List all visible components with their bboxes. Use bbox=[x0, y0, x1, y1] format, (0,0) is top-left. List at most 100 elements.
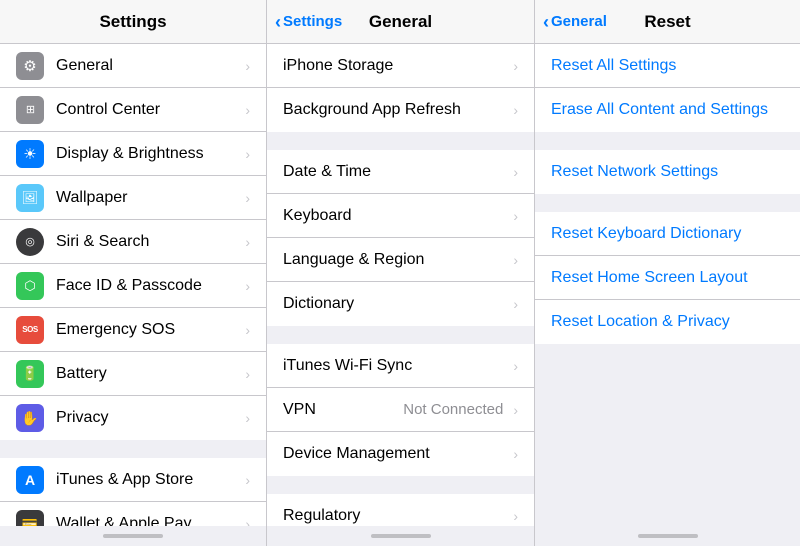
left-panel: Settings ⚙ General › ⊞ Control Center › … bbox=[0, 0, 267, 546]
back-chevron-icon: ‹ bbox=[275, 13, 281, 31]
regulatory-label: Regulatory bbox=[283, 507, 509, 525]
face-id-icon: ⬡ bbox=[16, 272, 44, 300]
chevron-icon: › bbox=[245, 472, 250, 488]
chevron-icon: › bbox=[245, 146, 250, 162]
reset-all-settings-label: Reset All Settings bbox=[551, 57, 676, 75]
mid-item-iphone-storage[interactable]: iPhone Storage › bbox=[267, 44, 534, 88]
erase-all-content-label: Erase All Content and Settings bbox=[551, 101, 768, 119]
mid-item-language-region[interactable]: Language & Region › bbox=[267, 238, 534, 282]
mid-item-itunes-wifi-sync[interactable]: iTunes Wi-Fi Sync › bbox=[267, 344, 534, 388]
wallet-label: Wallet & Apple Pay bbox=[56, 515, 241, 526]
device-management-label: Device Management bbox=[283, 445, 509, 463]
mid-item-keyboard[interactable]: Keyboard › bbox=[267, 194, 534, 238]
mid-panel-title: General bbox=[369, 12, 432, 32]
mid-section-1: iPhone Storage › Background App Refresh … bbox=[267, 44, 534, 132]
right-back-button[interactable]: ‹ General bbox=[543, 13, 607, 31]
wallpaper-label: Wallpaper bbox=[56, 189, 241, 207]
sidebar-item-itunes-app-store[interactable]: A iTunes & App Store › bbox=[0, 458, 266, 502]
mid-back-label: Settings bbox=[283, 13, 342, 30]
left-panel-header: Settings bbox=[0, 0, 266, 44]
vpn-label: VPN bbox=[283, 401, 403, 419]
mid-item-vpn[interactable]: VPN Not Connected › bbox=[267, 388, 534, 432]
wallpaper-icon: 🖼 bbox=[16, 184, 44, 212]
sidebar-item-battery[interactable]: 🔋 Battery › bbox=[0, 352, 266, 396]
reset-home-screen-layout[interactable]: Reset Home Screen Layout bbox=[535, 256, 800, 300]
itunes-wifi-sync-label: iTunes Wi-Fi Sync bbox=[283, 357, 509, 375]
right-section-1: Reset All Settings Erase All Content and… bbox=[535, 44, 800, 132]
general-icon: ⚙ bbox=[16, 52, 44, 80]
dictionary-label: Dictionary bbox=[283, 295, 509, 313]
sidebar-item-display-brightness[interactable]: ☀ Display & Brightness › bbox=[0, 132, 266, 176]
mid-section-3: iTunes Wi-Fi Sync › VPN Not Connected › … bbox=[267, 344, 534, 476]
left-panel-scroll[interactable]: ⚙ General › ⊞ Control Center › ☀ Display… bbox=[0, 44, 266, 526]
wallet-icon: 💳 bbox=[16, 510, 44, 526]
chevron-icon: › bbox=[245, 366, 250, 382]
mid-back-button[interactable]: ‹ Settings bbox=[275, 13, 342, 31]
right-panel-scroll[interactable]: Reset All Settings Erase All Content and… bbox=[535, 44, 800, 526]
mid-panel-scroll[interactable]: iPhone Storage › Background App Refresh … bbox=[267, 44, 534, 526]
sidebar-item-siri-search[interactable]: ◎ Siri & Search › bbox=[0, 220, 266, 264]
chevron-icon: › bbox=[245, 58, 250, 74]
mid-item-background-app-refresh[interactable]: Background App Refresh › bbox=[267, 88, 534, 132]
siri-icon: ◎ bbox=[16, 228, 44, 256]
reset-network-settings[interactable]: Reset Network Settings bbox=[535, 150, 800, 194]
sidebar-item-wallpaper[interactable]: 🖼 Wallpaper › bbox=[0, 176, 266, 220]
language-region-label: Language & Region bbox=[283, 251, 509, 269]
sidebar-item-privacy[interactable]: ✋ Privacy › bbox=[0, 396, 266, 440]
date-time-label: Date & Time bbox=[283, 163, 509, 181]
background-app-refresh-label: Background App Refresh bbox=[283, 101, 509, 119]
reset-home-screen-layout-label: Reset Home Screen Layout bbox=[551, 269, 748, 287]
sidebar-item-wallet[interactable]: 💳 Wallet & Apple Pay › bbox=[0, 502, 266, 526]
mid-item-regulatory[interactable]: Regulatory › bbox=[267, 494, 534, 526]
mid-item-dictionary[interactable]: Dictionary › bbox=[267, 282, 534, 326]
mid-item-device-management[interactable]: Device Management › bbox=[267, 432, 534, 476]
sidebar-item-emergency-sos[interactable]: SOS Emergency SOS › bbox=[0, 308, 266, 352]
privacy-icon: ✋ bbox=[16, 404, 44, 432]
bottom-bar-indicator bbox=[371, 534, 431, 538]
section-gap bbox=[267, 132, 534, 150]
sidebar-item-control-center[interactable]: ⊞ Control Center › bbox=[0, 88, 266, 132]
section-gap bbox=[535, 194, 800, 212]
general-label: General bbox=[56, 57, 241, 75]
reset-network-settings-label: Reset Network Settings bbox=[551, 163, 718, 181]
battery-label: Battery bbox=[56, 365, 241, 383]
bottom-gap bbox=[535, 344, 800, 362]
chevron-icon: › bbox=[245, 278, 250, 294]
face-id-label: Face ID & Passcode bbox=[56, 277, 241, 295]
left-section-2: A iTunes & App Store › 💳 Wallet & Apple … bbox=[0, 458, 266, 526]
erase-all-content[interactable]: Erase All Content and Settings bbox=[535, 88, 800, 132]
mid-item-date-time[interactable]: Date & Time › bbox=[267, 150, 534, 194]
chevron-icon: › bbox=[513, 252, 518, 268]
sidebar-item-general[interactable]: ⚙ General › bbox=[0, 44, 266, 88]
chevron-icon: › bbox=[245, 410, 250, 426]
right-section-3: Reset Keyboard Dictionary Reset Home Scr… bbox=[535, 212, 800, 344]
battery-icon: 🔋 bbox=[16, 360, 44, 388]
right-panel-header: ‹ General Reset bbox=[535, 0, 800, 44]
chevron-icon: › bbox=[245, 516, 250, 526]
chevron-icon: › bbox=[513, 208, 518, 224]
emergency-label: Emergency SOS bbox=[56, 321, 241, 339]
section-gap bbox=[535, 132, 800, 150]
chevron-icon: › bbox=[245, 234, 250, 250]
chevron-icon: › bbox=[513, 358, 518, 374]
back-chevron-icon: ‹ bbox=[543, 13, 549, 31]
chevron-icon: › bbox=[245, 102, 250, 118]
reset-location-privacy-label: Reset Location & Privacy bbox=[551, 313, 730, 331]
chevron-icon: › bbox=[513, 508, 518, 524]
left-panel-title: Settings bbox=[99, 12, 166, 32]
right-panel: ‹ General Reset Reset All Settings Erase… bbox=[535, 0, 800, 546]
chevron-icon: › bbox=[513, 296, 518, 312]
mid-panel-header: ‹ Settings General bbox=[267, 0, 534, 44]
itunes-icon: A bbox=[16, 466, 44, 494]
section-gap bbox=[0, 440, 266, 458]
right-back-label: General bbox=[551, 13, 607, 30]
reset-all-settings[interactable]: Reset All Settings bbox=[535, 44, 800, 88]
keyboard-label: Keyboard bbox=[283, 207, 509, 225]
bottom-bar-right bbox=[535, 526, 800, 546]
display-icon: ☀ bbox=[16, 140, 44, 168]
control-center-icon: ⊞ bbox=[16, 96, 44, 124]
reset-keyboard-dictionary-label: Reset Keyboard Dictionary bbox=[551, 225, 741, 243]
sidebar-item-face-id[interactable]: ⬡ Face ID & Passcode › bbox=[0, 264, 266, 308]
reset-keyboard-dictionary[interactable]: Reset Keyboard Dictionary bbox=[535, 212, 800, 256]
reset-location-privacy[interactable]: Reset Location & Privacy bbox=[535, 300, 800, 344]
